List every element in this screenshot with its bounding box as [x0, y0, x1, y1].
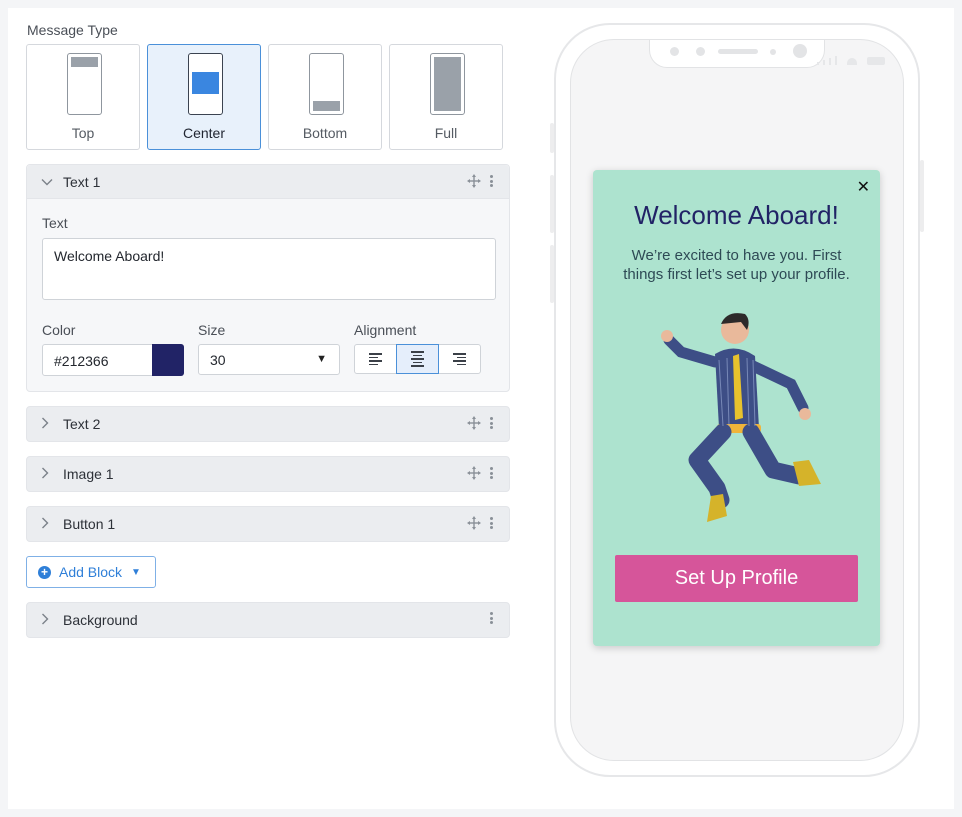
message-type-label: Message Type	[27, 22, 118, 38]
jumping-person-image	[661, 313, 821, 522]
align-center-icon	[411, 351, 424, 367]
block-image-1[interactable]: Image 1	[26, 456, 510, 492]
align-left-button[interactable]	[354, 344, 397, 374]
message-type-options: Top Center Bottom Full	[26, 44, 503, 150]
move-icon[interactable]	[467, 416, 481, 430]
alignment-group	[354, 344, 481, 374]
message-type-top-label: Top	[71, 125, 95, 141]
caret-down-icon: ▼	[131, 566, 141, 578]
size-value: 30	[210, 352, 226, 368]
in-app-message-preview: ✕ Welcome Aboard! We’re excited to have …	[593, 170, 880, 646]
text-input[interactable]: Welcome Aboard!	[42, 238, 496, 300]
block-text-1: Text 1 Text Welcome Aboard! Color #21236…	[26, 164, 510, 392]
message-type-bottom[interactable]: Bottom	[268, 44, 382, 150]
phone-center-icon	[188, 53, 223, 115]
color-label: Color	[42, 322, 76, 338]
block-text-1-header[interactable]: Text 1	[27, 165, 509, 199]
phone-notch	[649, 40, 825, 68]
chevron-right-icon	[41, 417, 55, 432]
more-vertical-icon[interactable]	[489, 517, 493, 529]
align-left-icon	[369, 353, 382, 365]
block-text-2-title: Text 2	[63, 416, 101, 432]
more-vertical-icon[interactable]	[489, 175, 493, 187]
add-block-label: Add Block	[59, 564, 123, 580]
plus-circle-icon: +	[38, 565, 51, 579]
block-button-1[interactable]: Button 1	[26, 506, 510, 542]
align-center-button[interactable]	[396, 344, 439, 374]
color-swatch[interactable]	[152, 344, 184, 376]
message-type-top[interactable]: Top	[26, 44, 140, 150]
preview-title: Welcome Aboard!	[634, 200, 839, 230]
add-block-button[interactable]: + Add Block ▼	[26, 556, 156, 588]
block-background-title: Background	[63, 612, 138, 628]
chevron-right-icon	[41, 517, 55, 532]
message-type-center-label: Center	[182, 125, 226, 141]
more-vertical-icon[interactable]	[489, 467, 493, 479]
phone-bottom-icon	[309, 53, 344, 115]
message-type-bottom-label: Bottom	[302, 125, 348, 141]
chevron-right-icon	[41, 613, 55, 628]
size-label: Size	[198, 322, 226, 338]
block-text-2[interactable]: Text 2	[26, 406, 510, 442]
block-text-1-title: Text 1	[63, 173, 101, 190]
preview-subtitle: We’re excited to have you. First things …	[623, 247, 850, 283]
text-field-label: Text	[42, 215, 68, 231]
block-button-1-title: Button 1	[63, 516, 116, 532]
chevron-right-icon	[41, 467, 55, 482]
align-right-icon	[453, 353, 466, 365]
chevron-down-icon	[41, 175, 55, 189]
size-select[interactable]: 30 ▼	[198, 344, 340, 375]
set-up-profile-button[interactable]: Set Up Profile	[615, 555, 858, 602]
block-image-1-title: Image 1	[63, 466, 114, 482]
caret-down-icon: ▼	[316, 353, 327, 365]
align-right-button[interactable]	[438, 344, 481, 374]
move-icon[interactable]	[467, 466, 481, 480]
phone-full-icon	[430, 53, 465, 115]
more-vertical-icon[interactable]	[489, 417, 493, 429]
move-icon[interactable]	[467, 174, 481, 188]
message-type-center[interactable]: Center	[147, 44, 261, 150]
close-icon[interactable]: ✕	[857, 177, 870, 197]
message-type-full[interactable]: Full	[389, 44, 503, 150]
phone-side-button	[920, 160, 924, 232]
alignment-label: Alignment	[354, 322, 417, 338]
move-icon[interactable]	[467, 516, 481, 530]
message-type-full-label: Full	[434, 125, 458, 141]
phone-top-icon	[67, 53, 102, 115]
block-background[interactable]: Background	[26, 602, 510, 638]
more-vertical-icon[interactable]	[489, 612, 493, 624]
status-bar-icons	[817, 56, 885, 65]
